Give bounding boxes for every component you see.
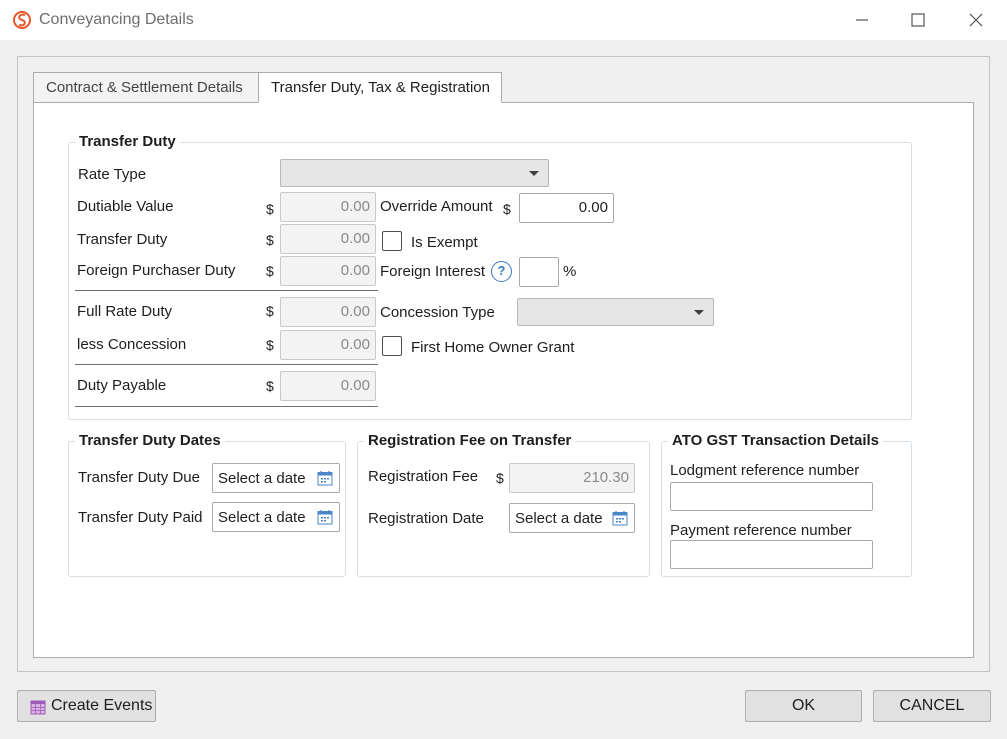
override-amount-field[interactable]: 0.00: [519, 193, 614, 223]
group-title: Transfer Duty: [75, 133, 180, 151]
foreign-purchaser-field[interactable]: 0.00: [280, 256, 376, 286]
duty-paid-date-picker[interactable]: Select a date: [212, 502, 340, 532]
divider: [75, 406, 378, 407]
first-home-label: First Home Owner Grant: [411, 339, 575, 356]
is-exempt-label: Is Exempt: [411, 234, 478, 251]
transfer-duty-label: Transfer Duty: [77, 231, 168, 248]
date-placeholder: Select a date: [218, 470, 306, 487]
ok-button[interactable]: OK: [745, 690, 862, 722]
currency-symbol: $: [266, 337, 274, 353]
lodgment-reference-label: Lodgment reference number: [670, 462, 860, 479]
calendar-icon[interactable]: [317, 470, 333, 486]
create-events-label: Create Events: [51, 697, 153, 714]
close-icon[interactable]: [964, 8, 988, 32]
less-concession-label: less Concession: [77, 336, 187, 353]
dutiable-value-field[interactable]: 0.00: [280, 192, 376, 222]
calendar-icon: [30, 700, 46, 715]
full-rate-field[interactable]: 0.00: [280, 297, 376, 327]
group-title: Registration Fee on Transfer: [364, 432, 576, 450]
maximize-icon[interactable]: [906, 8, 930, 32]
date-placeholder: Select a date: [515, 510, 603, 527]
tab-transfer-duty[interactable]: Transfer Duty, Tax & Registration: [258, 72, 502, 103]
app-logo-icon: [13, 11, 31, 29]
full-rate-label: Full Rate Duty: [77, 303, 173, 320]
dutiable-value-label: Dutiable Value: [77, 198, 174, 215]
create-events-button[interactable]: Create Events: [17, 690, 156, 722]
percent-label: %: [563, 263, 577, 280]
help-icon[interactable]: ?: [491, 261, 512, 282]
registration-fee-label: Registration Fee: [368, 468, 479, 485]
foreign-interest-label: Foreign Interest: [380, 263, 486, 280]
transfer-duty-field[interactable]: 0.00: [280, 224, 376, 254]
foreign-interest-field[interactable]: [519, 257, 559, 287]
first-home-checkbox[interactable]: [382, 336, 402, 356]
divider: [75, 290, 378, 291]
duty-payable-field[interactable]: 0.00: [280, 371, 376, 401]
date-placeholder: Select a date: [218, 509, 306, 526]
cancel-button[interactable]: CANCEL: [873, 690, 991, 722]
minimize-icon[interactable]: [850, 8, 874, 32]
payment-reference-label: Payment reference number: [670, 522, 852, 539]
rate-type-label: Rate Type: [78, 166, 147, 183]
currency-symbol: $: [266, 303, 274, 319]
duty-paid-label: Transfer Duty Paid: [78, 509, 203, 526]
chevron-down-icon: [529, 171, 539, 176]
override-amount-label: Override Amount: [380, 198, 493, 215]
registration-date-picker[interactable]: Select a date: [509, 503, 635, 533]
foreign-purchaser-label: Foreign Purchaser Duty: [77, 262, 236, 279]
currency-symbol: $: [266, 232, 274, 248]
group-title: Transfer Duty Dates: [75, 432, 225, 450]
less-concession-field[interactable]: 0.00: [280, 330, 376, 360]
lodgment-reference-field[interactable]: [670, 482, 873, 511]
payment-reference-field[interactable]: [670, 540, 873, 569]
group-title: ATO GST Transaction Details: [668, 432, 883, 450]
calendar-icon[interactable]: [317, 509, 333, 525]
duty-payable-label: Duty Payable: [77, 377, 167, 394]
calendar-icon[interactable]: [612, 510, 628, 526]
concession-type-dropdown[interactable]: [517, 298, 714, 326]
registration-date-label: Registration Date: [368, 510, 484, 527]
currency-symbol: $: [266, 201, 274, 217]
rate-type-dropdown[interactable]: [280, 159, 549, 187]
chevron-down-icon: [694, 310, 704, 315]
divider: [75, 364, 378, 365]
concession-type-label: Concession Type: [380, 304, 495, 321]
currency-symbol: $: [503, 201, 511, 217]
is-exempt-checkbox[interactable]: [382, 231, 402, 251]
currency-symbol: $: [266, 263, 274, 279]
currency-symbol: $: [496, 470, 504, 486]
duty-due-label: Transfer Duty Due: [78, 469, 200, 486]
window-title: Conveyancing Details: [39, 11, 194, 28]
title-bar: Conveyancing Details: [0, 0, 1007, 40]
currency-symbol: $: [266, 378, 274, 394]
duty-due-date-picker[interactable]: Select a date: [212, 463, 340, 493]
tab-contract-settlement[interactable]: Contract & Settlement Details: [33, 72, 259, 103]
registration-fee-field[interactable]: 210.30: [509, 463, 635, 493]
